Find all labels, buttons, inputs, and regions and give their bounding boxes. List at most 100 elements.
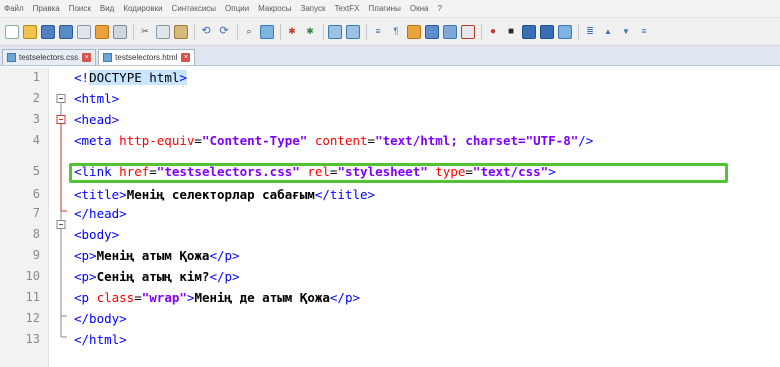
run-macro-icon[interactable] — [540, 24, 554, 39]
menu-view[interactable]: Вид — [100, 4, 114, 13]
tab-label: testselectors.css — [19, 53, 79, 62]
toolbar-separator — [481, 23, 482, 40]
tab-testselectors-css[interactable]: testselectors.css × — [2, 49, 97, 65]
code-line-5: 5 <link href="testselectors.css" rel="st… — [0, 163, 780, 184]
file-icon — [103, 53, 113, 62]
code-line-2: 2 <html> — [0, 88, 780, 109]
cut-icon[interactable]: ✂ — [138, 25, 152, 39]
code-text: <!DOCTYPE html> — [74, 70, 187, 85]
line-number: 4 — [32, 133, 40, 147]
show-all-icon[interactable]: ¶ — [389, 25, 403, 39]
code-text: <head> — [74, 112, 120, 127]
line-number: 5 — [32, 164, 40, 178]
save-all-icon[interactable] — [59, 24, 73, 39]
code-text: <p>Менің атым Қожа</p> — [74, 248, 240, 263]
code-line-10: 10 <p>Сенің атың кім?</p> — [0, 266, 780, 287]
code-line-4: 4 <meta http-equiv="Content-Type" conten… — [0, 130, 780, 151]
stop-macro-icon[interactable]: ■ — [504, 25, 518, 39]
menu-edit[interactable]: Правка — [33, 4, 60, 13]
toolbar-separator — [323, 23, 324, 40]
toolbar-separator — [237, 23, 238, 40]
line-number: 2 — [32, 91, 40, 105]
line-number: 6 — [32, 187, 40, 201]
undo-icon[interactable]: ⟲ — [199, 25, 213, 39]
menu-encoding[interactable]: Кодировки — [123, 4, 162, 13]
menu-plugins[interactable]: Плагины — [368, 4, 400, 13]
toolbar: ✂ ⟲ ⟳ ⌕ ✱ ✱ ≡ ¶ ● ■ ≣ ▲ ▼ ≡ — [0, 18, 780, 46]
zoom-in-icon[interactable]: ✱ — [285, 25, 299, 39]
copy-icon[interactable] — [156, 24, 170, 39]
code-text: <meta http-equiv="Content-Type" content=… — [74, 133, 594, 148]
save-icon[interactable] — [41, 24, 55, 39]
toolbar-separator — [280, 23, 281, 40]
line-number: 13 — [25, 332, 40, 346]
code-text: <p class="wrap">Менің де атым Қожа</p> — [74, 290, 361, 305]
toolbar-separator — [133, 23, 134, 40]
menu-window[interactable]: Окна — [410, 4, 429, 13]
code-text: </html> — [74, 332, 127, 347]
code-text: <link href="testselectors.css" rel="styl… — [74, 164, 556, 179]
line-number: 10 — [25, 269, 40, 283]
replace-icon[interactable] — [260, 24, 274, 39]
menu-search[interactable]: Поиск — [69, 4, 91, 13]
code-line-1: 1 <!DOCTYPE html> — [0, 67, 780, 88]
line-number: 3 — [32, 112, 40, 126]
file-tab-bar: testselectors.css × testselectors.html × — [0, 46, 780, 66]
spell-icon[interactable]: ≣ — [583, 25, 597, 39]
menu-macro[interactable]: Макросы — [258, 4, 291, 13]
code-line-8: 8 <body> — [0, 224, 780, 245]
line-number: 1 — [32, 70, 40, 84]
menu-language[interactable]: Синтаксисы — [172, 4, 217, 13]
code-text: </body> — [74, 311, 127, 326]
zoom-out-icon[interactable]: ✱ — [303, 25, 317, 39]
function-list-icon[interactable] — [461, 24, 475, 39]
line-number: 12 — [25, 311, 40, 325]
close-tab-icon[interactable]: × — [82, 53, 92, 62]
redo-icon[interactable]: ⟳ — [217, 25, 231, 39]
menu-run[interactable]: Запуск — [300, 4, 325, 13]
code-text: <html> — [74, 91, 120, 106]
toolbar-separator — [366, 23, 367, 40]
line-number: 8 — [32, 227, 40, 241]
down-icon[interactable]: ▼ — [619, 25, 633, 39]
menu-textfx[interactable]: TextFX — [335, 4, 360, 13]
code-line-3: 3 <head> — [0, 109, 780, 130]
indent-guide-icon[interactable] — [407, 24, 421, 39]
save-macro-icon[interactable] — [558, 24, 572, 39]
more-icon[interactable]: ≡ — [637, 25, 651, 39]
code-text: <p>Сенің атың кім?</p> — [74, 269, 240, 284]
code-text: <title>Менің селекторлар сабағым</title> — [74, 187, 376, 202]
doc-map-icon[interactable] — [443, 24, 457, 39]
code-line-6: 6 <title>Менің селекторлар сабағым</titl… — [0, 184, 780, 205]
close-all-icon[interactable] — [95, 24, 109, 39]
record-macro-icon[interactable]: ● — [486, 25, 500, 39]
toolbar-separator — [194, 23, 195, 40]
tab-testselectors-html[interactable]: testselectors.html × — [98, 49, 196, 65]
play-macro-icon[interactable] — [522, 24, 536, 39]
line-number: 9 — [32, 248, 40, 262]
sync-h-icon[interactable] — [346, 24, 360, 39]
menu-help[interactable]: ? — [437, 4, 441, 13]
find-icon[interactable]: ⌕ — [242, 25, 256, 39]
code-text: </head> — [74, 206, 127, 221]
notepad-plus-plus-window: Файл Правка Поиск Вид Кодировки Синтакси… — [0, 0, 780, 367]
tab-label: testselectors.html — [115, 53, 178, 62]
udl-icon[interactable] — [425, 24, 439, 39]
paste-icon[interactable] — [174, 24, 188, 39]
code-editor[interactable]: 1 <!DOCTYPE html> 2 <html> 3 <head> 4 <m… — [0, 67, 780, 367]
up-icon[interactable]: ▲ — [601, 25, 615, 39]
close-tab-icon[interactable]: × — [181, 53, 191, 62]
code-text: <body> — [74, 227, 120, 242]
sync-v-icon[interactable] — [328, 24, 342, 39]
code-line-7: 7 </head> — [0, 203, 780, 224]
word-wrap-icon[interactable]: ≡ — [371, 25, 385, 39]
new-file-icon[interactable] — [5, 24, 19, 39]
print-icon[interactable] — [113, 24, 127, 39]
menu-settings[interactable]: Опции — [225, 4, 249, 13]
menu-bar: Файл Правка Поиск Вид Кодировки Синтакси… — [0, 0, 780, 18]
code-line-13: 13 </html> — [0, 329, 780, 350]
open-file-icon[interactable] — [23, 24, 37, 39]
code-line-12: 12 </body> — [0, 308, 780, 329]
menu-file[interactable]: Файл — [4, 4, 24, 13]
close-icon[interactable] — [77, 24, 91, 39]
